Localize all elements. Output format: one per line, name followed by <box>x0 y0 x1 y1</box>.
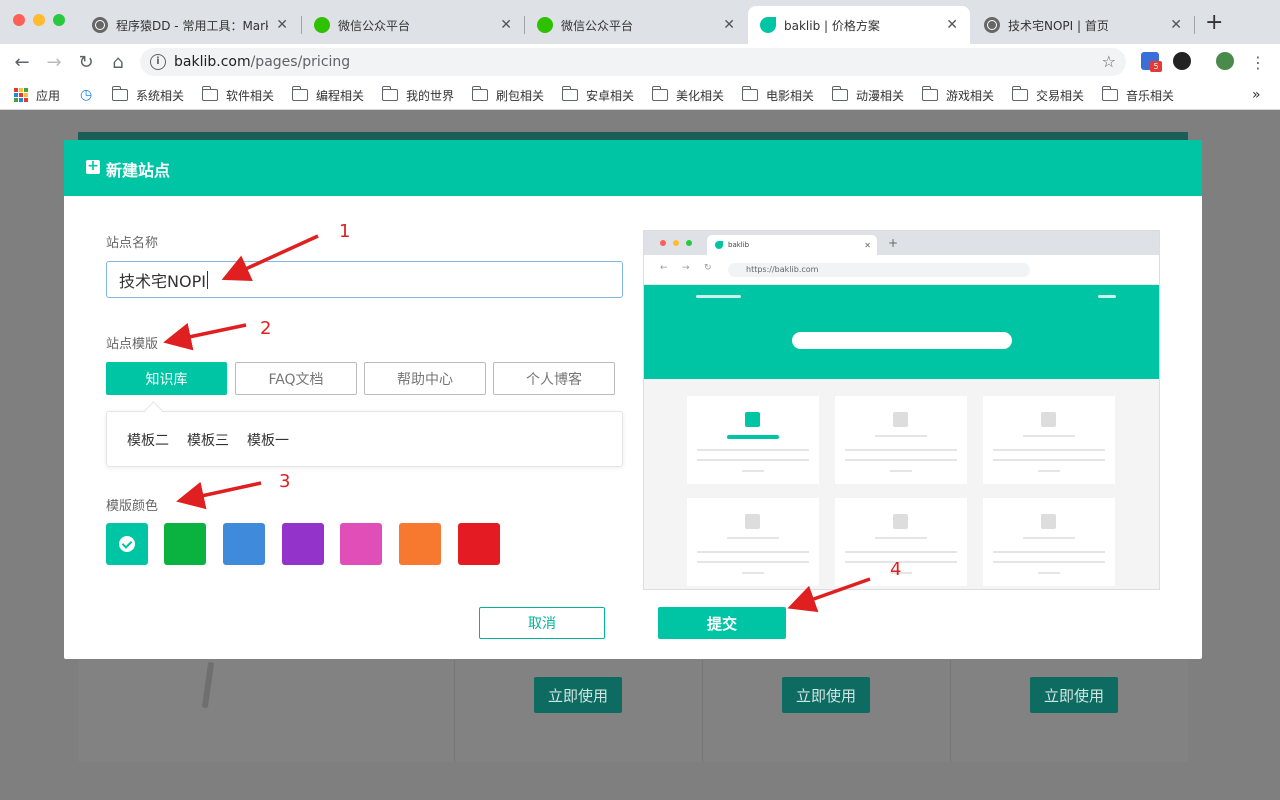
annotation-number-1: 1 <box>339 221 351 242</box>
annotation-number-3: 3 <box>279 471 291 492</box>
annotation-arrow-1 <box>221 234 319 282</box>
annotation-arrow-3 <box>176 481 262 510</box>
annotation-number-4: 4 <box>890 559 902 580</box>
annotation-arrow-4 <box>787 577 871 613</box>
annotation-arrows <box>163 234 871 613</box>
annotation-number-2: 2 <box>260 318 272 339</box>
annotation-arrow-2 <box>163 322 247 351</box>
